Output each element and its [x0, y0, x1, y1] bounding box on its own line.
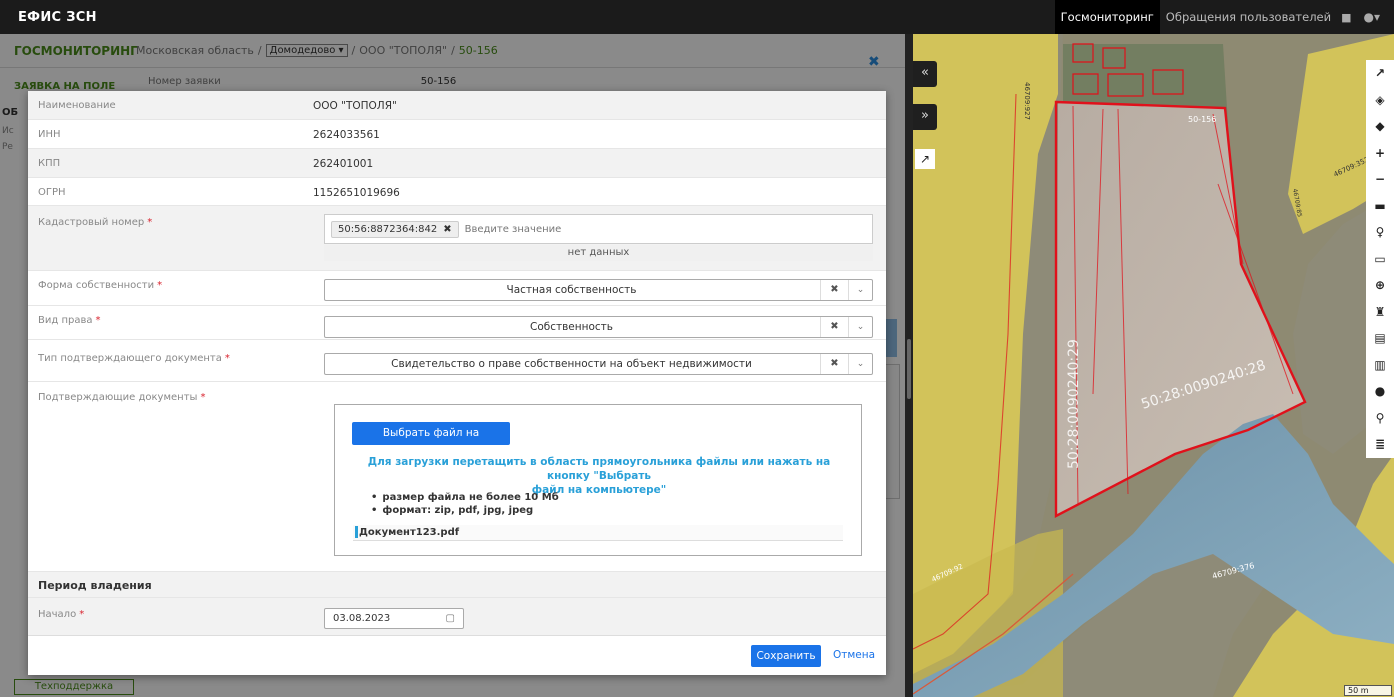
documents-label: Подтверждающие документы * [38, 392, 206, 403]
app-brand[interactable]: ЕФИС ЗСН [0, 10, 97, 25]
right-type-label: Вид права * [38, 315, 101, 326]
row-doc-type: Тип подтверждающего документа * Свидетель… [28, 340, 886, 382]
upload-rules: размер файла не более 10 Мб формат: zip,… [371, 491, 559, 517]
external-link-icon[interactable]: ↗ [915, 149, 935, 169]
external-link-icon[interactable]: ↗ [1366, 60, 1394, 87]
route-icon[interactable]: ♜ [1366, 299, 1394, 326]
search-zoom-icon[interactable]: ⊕ [1366, 272, 1394, 299]
ownership-value: Частная собственность [506, 284, 637, 296]
inn-label: ИНН [38, 129, 61, 140]
name-label: Наименование [38, 100, 116, 111]
map-label-46709-927: 46709:927 [1023, 82, 1031, 120]
row-ogrn: ОГРН 1152651019696 [28, 178, 886, 206]
remove-tag-icon[interactable]: ✖ [443, 224, 451, 235]
list-icon[interactable]: ≣ [1366, 431, 1394, 458]
clear-icon[interactable]: ✖ [820, 280, 848, 300]
calendar-icon[interactable]: ▢ [446, 609, 455, 629]
ogrn-value: 1152651019696 [313, 187, 400, 199]
upload-rule-format: формат: zip, pdf, jpg, jpeg [371, 504, 559, 517]
chevron-down-icon[interactable]: ⌄ [848, 317, 872, 337]
row-start-date: Начало * 03.08.2023 ▢ [28, 598, 886, 638]
clear-icon[interactable]: ✖ [820, 317, 848, 337]
layer-stack-icon[interactable]: ◆ [1366, 113, 1394, 140]
name-value: ООО "ТОПОЛЯ" [313, 100, 397, 112]
kpp-value: 262401001 [313, 158, 374, 170]
card-icon[interactable]: ▭ [1366, 246, 1394, 273]
drag-handle[interactable] [907, 339, 911, 399]
start-date-value: 03.08.2023 [333, 613, 391, 624]
pin-icon[interactable]: ♀ [1366, 219, 1394, 246]
row-right-type: Вид права * Собственность ✖ ⌄ [28, 306, 886, 340]
top-bar: ЕФИС ЗСН Госмониторинг Обращения пользов… [0, 0, 1394, 34]
cadastral-tag: 50:56:8872364:842 ✖ [331, 220, 459, 238]
save-button[interactable]: Сохранить [751, 645, 821, 667]
building-icon[interactable]: ▥ [1366, 352, 1394, 379]
upload-rule-size: размер файла не более 10 Мб [371, 491, 558, 504]
edit-owner-modal: Наименование ООО "ТОПОЛЯ" ИНН 2624033561… [28, 91, 886, 675]
map-canvas: 50-156 50:28:0090240:28 50:28:0090240:29… [913, 34, 1394, 697]
row-inn: ИНН 2624033561 [28, 120, 886, 149]
map-view[interactable]: 50-156 50:28:0090240:28 50:28:0090240:29… [913, 34, 1394, 697]
cadastral-input[interactable]: 50:56:8872364:842 ✖ Введите значение [324, 214, 873, 244]
cadastral-placeholder[interactable]: Введите значение [465, 224, 562, 235]
zoom-out-icon[interactable]: − [1366, 166, 1394, 193]
row-period-title: Период владения [28, 572, 886, 598]
cadastral-tag-text: 50:56:8872364:842 [338, 223, 438, 235]
chevron-down-icon[interactable]: ⌄ [848, 280, 872, 300]
map-label-parcel-id: 50-156 [1188, 115, 1216, 124]
file-drop-zone[interactable]: Выбрать файл на компьютере Для загрузки … [334, 404, 862, 556]
nav-user-requests[interactable]: Обращения пользователей [1160, 0, 1337, 34]
clear-icon[interactable]: ✖ [820, 354, 848, 374]
layers-icon[interactable]: ◈ [1366, 87, 1394, 114]
inn-value: 2624033561 [313, 129, 380, 141]
row-documents: Подтверждающие документы * Выбрать файл н… [28, 382, 886, 572]
ruler-icon[interactable]: ▬ [1366, 193, 1394, 220]
period-title: Период владения [38, 579, 152, 592]
file-marker [355, 526, 358, 538]
doc-type-select[interactable]: Свидетельство о праве собственности на о… [324, 353, 873, 375]
right-type-select[interactable]: Собственность ✖ ⌄ [324, 316, 873, 338]
cadastral-no-data: нет данных [324, 245, 873, 261]
location-icon[interactable]: ● [1366, 378, 1394, 405]
choose-file-button[interactable]: Выбрать файл на компьютере [352, 422, 510, 462]
collapse-panel-toggle[interactable]: « [913, 61, 937, 87]
row-name: Наименование ООО "ТОПОЛЯ" [28, 91, 886, 120]
map-label-cadastral-29: 50:28:0090240:29 [1066, 339, 1082, 469]
cadastral-label: Кадастровый номер * [38, 217, 153, 228]
row-cadastral: Кадастровый номер * 50:56:8872364:842 ✖ В… [28, 206, 886, 271]
split-divider[interactable] [905, 34, 913, 697]
map-scale: 50 m [1344, 685, 1392, 696]
expand-panel-toggle[interactable]: » [913, 104, 937, 130]
required-mark: * [147, 217, 153, 228]
user-menu-icon[interactable]: ●▾ [1358, 10, 1394, 24]
uploaded-file[interactable]: Документ123.pdf [353, 525, 843, 541]
nav-gosmonitoring[interactable]: Госмониторинг [1054, 0, 1160, 34]
top-nav: Госмониторинг Обращения пользователей ■ … [1054, 0, 1394, 34]
zoom-in-icon[interactable]: + [1366, 140, 1394, 167]
chevron-down-icon[interactable]: ⌄ [848, 354, 872, 374]
ogrn-label: ОГРН [38, 187, 66, 198]
row-ownership: Форма собственности * Частная собственнос… [28, 271, 886, 306]
ownership-select[interactable]: Частная собственность ✖ ⌄ [324, 279, 873, 301]
right-type-value: Собственность [529, 321, 613, 333]
kpp-label: КПП [38, 158, 61, 169]
start-date-input[interactable]: 03.08.2023 ▢ [324, 608, 464, 629]
search-icon[interactable]: ⚲ [1366, 405, 1394, 432]
start-label: Начало * [38, 609, 85, 620]
doc-type-value: Свидетельство о праве собственности на о… [391, 358, 752, 370]
print-icon[interactable]: ▤ [1366, 325, 1394, 352]
doc-type-label: Тип подтверждающего документа * [38, 353, 230, 364]
chat-icon[interactable]: ■ [1341, 11, 1351, 24]
cancel-button[interactable]: Отмена [833, 649, 875, 661]
row-kpp: КПП 262401001 [28, 149, 886, 178]
ownership-label: Форма собственности * [38, 280, 163, 291]
map-toolbar: ↗ ◈ ◆ + − ▬ ♀ ▭ ⊕ ♜ ▤ ▥ ● ⚲ ≣ [1366, 60, 1394, 458]
modal-footer: Сохранить Отмена [28, 635, 886, 675]
